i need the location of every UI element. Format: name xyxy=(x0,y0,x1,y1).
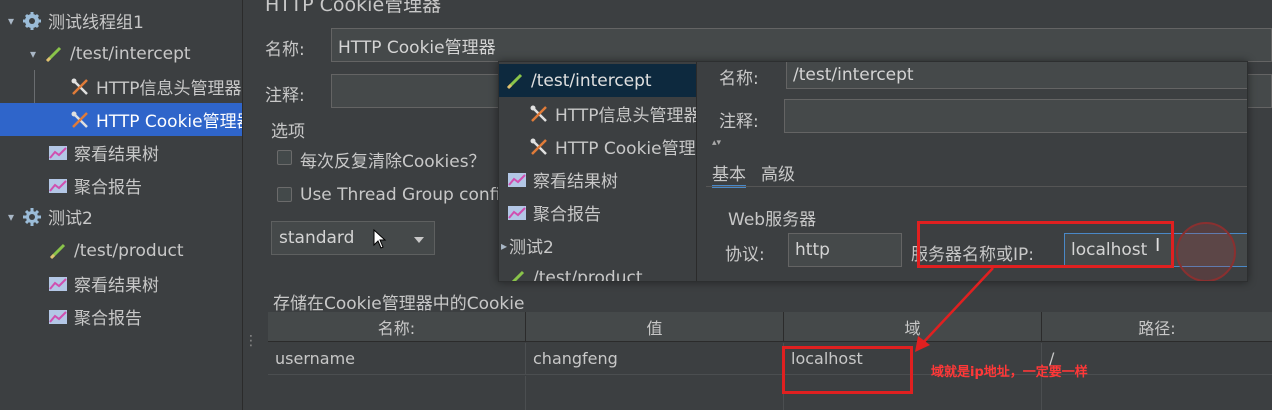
annotation-note: 域就是ip地址，一定要一样 xyxy=(931,365,1088,380)
annotation-arrow-icon xyxy=(915,267,994,352)
